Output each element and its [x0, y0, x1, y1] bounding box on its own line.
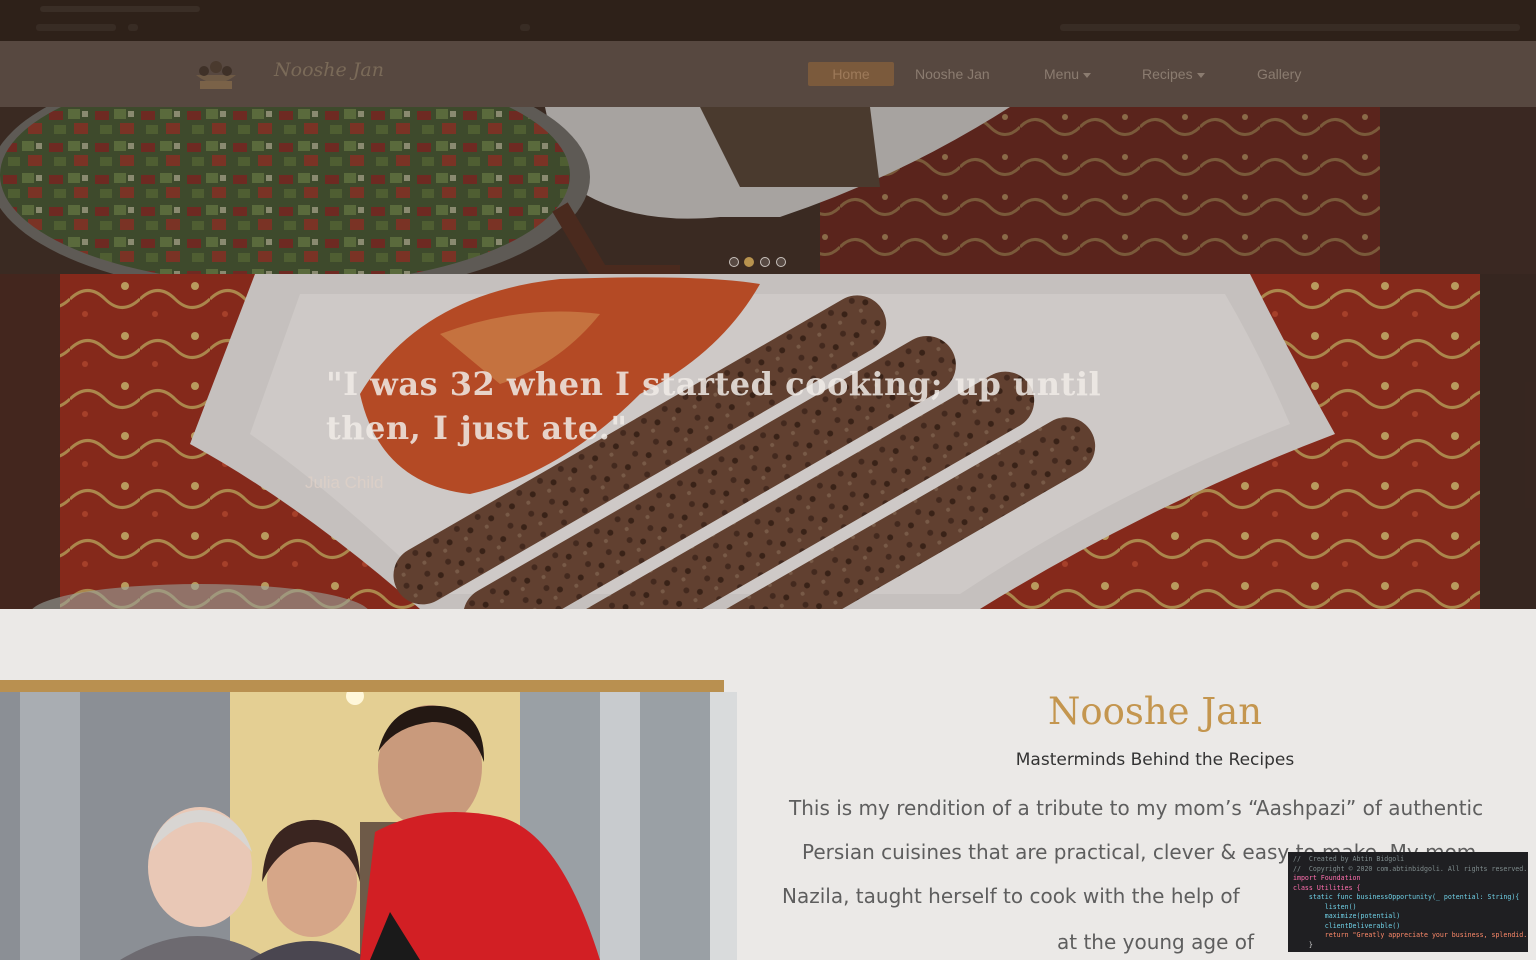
nav-recipes-label: Recipes	[1142, 66, 1193, 82]
about-text-line-4: at the young age of	[1057, 930, 1255, 954]
carousel-indicator-1[interactable]	[729, 257, 739, 267]
brand-name: Nooshe Jan	[274, 59, 384, 81]
chevron-down-icon	[1083, 72, 1092, 78]
nav-home[interactable]: Home	[808, 62, 894, 86]
about-text-line-1: This is my rendition of a tribute to my …	[789, 796, 1484, 820]
about-title: Nooshe Jan	[1047, 690, 1263, 733]
nav-menu[interactable]: Menu	[1044, 62, 1092, 86]
code-line: listen()	[1293, 902, 1357, 911]
code-snippet-overlay: // Created by Abtin Bidgoli // Copyright…	[1288, 852, 1528, 952]
carousel-indicator-2[interactable]	[744, 257, 754, 267]
code-line: }	[1293, 940, 1313, 949]
code-line: import Foundation	[1293, 874, 1361, 882]
code-line: static func businessOpportunity(_ potent…	[1293, 893, 1520, 901]
code-line: class Utilities {	[1293, 883, 1361, 892]
browser-toolbar	[0, 0, 1536, 41]
code-line: // Created by Abtin Bidgoli	[1293, 855, 1405, 863]
code-line: // Copyright © 2020 com.abtinbidgoli. Al…	[1293, 864, 1528, 873]
hero-quote-line-1: "I was 32 when I started cooking; up unt…	[326, 365, 1102, 403]
salad-plate-image	[0, 107, 1536, 274]
quote-author: Julia Child	[305, 473, 384, 492]
hero-quote-line-2: then, I just ate."	[326, 409, 628, 447]
about-text-line-3: Nazila, taught herself to cook with the …	[782, 884, 1240, 908]
site-navbar: Nooshe Jan Home Nooshe Jan Menu Recipes …	[0, 41, 1536, 107]
basket-logo-icon	[196, 61, 236, 89]
chevron-down-icon	[1196, 72, 1205, 78]
carousel-indicator-4[interactable]	[776, 257, 786, 267]
carousel-indicator-3[interactable]	[760, 257, 770, 267]
nav-gallery[interactable]: Gallery	[1257, 62, 1301, 86]
brand-logo[interactable]: Nooshe Jan	[190, 53, 450, 95]
code-line: clientDeliverable()	[1293, 921, 1401, 930]
nav-menu-label: Menu	[1044, 66, 1080, 82]
code-line: maximize(potential)	[1293, 912, 1401, 920]
about-subtitle: Masterminds Behind the Recipes	[1015, 750, 1295, 770]
code-line: return "Greatly appreciate your business…	[1293, 931, 1528, 939]
family-photo	[0, 692, 737, 960]
nav-nooshe-jan[interactable]: Nooshe Jan	[915, 62, 990, 86]
family-photo-image	[0, 692, 737, 960]
nav-recipes[interactable]: Recipes	[1142, 62, 1205, 86]
hero-quote: "I was 32 when I started cooking; up unt…	[326, 362, 1206, 450]
carousel-slide-image	[0, 107, 1536, 274]
